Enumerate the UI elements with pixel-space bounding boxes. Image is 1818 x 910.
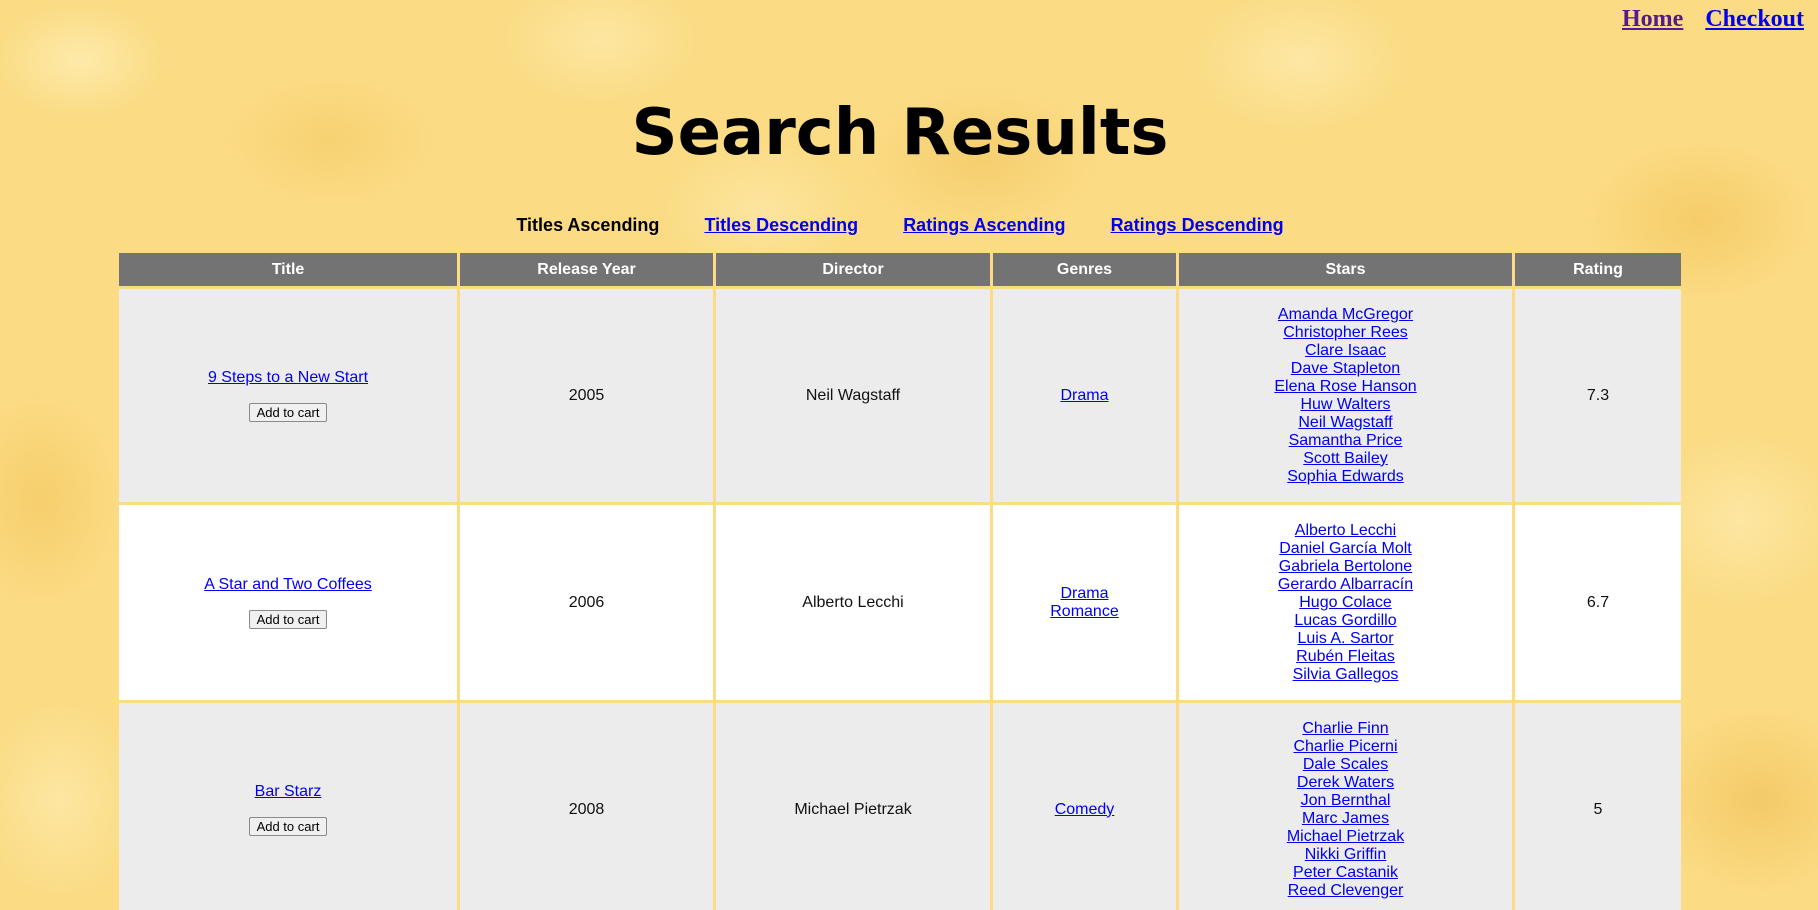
table-row: 9 Steps to a New Start Add to cart 2005 … <box>119 289 1681 502</box>
star-link[interactable]: Samantha Price <box>1179 432 1512 450</box>
rating-cell: 6.7 <box>1515 505 1681 700</box>
director-cell: Alberto Lecchi <box>716 505 990 700</box>
stars-cell: Alberto Lecchi Daniel García Molt Gabrie… <box>1179 505 1512 700</box>
movie-title-link[interactable]: Bar Starz <box>119 783 457 801</box>
stars-cell: Amanda McGregor Christopher Rees Clare I… <box>1179 289 1512 502</box>
movie-title-link[interactable]: A Star and Two Coffees <box>119 576 457 594</box>
star-link[interactable]: Charlie Picerni <box>1179 738 1512 756</box>
header-director: Director <box>716 253 990 286</box>
sort-titles-ascending: Titles Ascending <box>516 215 660 235</box>
genres-cell: Comedy <box>993 703 1176 910</box>
star-link[interactable]: Dave Stapleton <box>1179 360 1512 378</box>
star-link[interactable]: Elena Rose Hanson <box>1179 378 1512 396</box>
release-year-cell: 2006 <box>460 505 713 700</box>
header-genres: Genres <box>993 253 1176 286</box>
sort-ratings-ascending-link[interactable]: Ratings Ascending <box>903 215 1065 236</box>
star-link[interactable]: Luis A. Sartor <box>1179 630 1512 648</box>
genre-link[interactable]: Romance <box>993 603 1176 621</box>
star-link[interactable]: Marc James <box>1179 810 1512 828</box>
rating-cell: 7.3 <box>1515 289 1681 502</box>
star-link[interactable]: Charlie Finn <box>1179 720 1512 738</box>
star-link[interactable]: Derek Waters <box>1179 774 1512 792</box>
star-link[interactable]: Silvia Gallegos <box>1179 666 1512 684</box>
star-link[interactable]: Gabriela Bertolone <box>1179 558 1512 576</box>
header-rating: Rating <box>1515 253 1681 286</box>
add-to-cart-button[interactable]: Add to cart <box>248 817 328 836</box>
star-link[interactable]: Christopher Rees <box>1179 324 1512 342</box>
title-cell: A Star and Two Coffees Add to cart <box>119 505 457 700</box>
star-link[interactable]: Jon Bernthal <box>1179 792 1512 810</box>
star-link[interactable]: Clare Isaac <box>1179 342 1512 360</box>
add-to-cart-button[interactable]: Add to cart <box>248 610 328 629</box>
checkout-link[interactable]: Checkout <box>1705 6 1804 32</box>
star-link[interactable]: Nikki Griffin <box>1179 846 1512 864</box>
star-link[interactable]: Scott Bailey <box>1179 450 1512 468</box>
star-link[interactable]: Huw Walters <box>1179 396 1512 414</box>
header-release-year: Release Year <box>460 253 713 286</box>
genre-link[interactable]: Comedy <box>993 801 1176 819</box>
movie-title-link[interactable]: 9 Steps to a New Start <box>119 369 457 387</box>
table-row: A Star and Two Coffees Add to cart 2006 … <box>119 505 1681 700</box>
star-link[interactable]: Gerardo Albarracín <box>1179 576 1512 594</box>
star-link[interactable]: Dale Scales <box>1179 756 1512 774</box>
director-cell: Michael Pietrzak <box>716 703 990 910</box>
star-link[interactable]: Neil Wagstaff <box>1179 414 1512 432</box>
star-link[interactable]: Sophia Edwards <box>1179 468 1512 486</box>
star-link[interactable]: Peter Castanik <box>1179 864 1512 882</box>
home-link[interactable]: Home <box>1622 6 1683 32</box>
star-link[interactable]: Amanda McGregor <box>1179 306 1512 324</box>
star-link[interactable]: Rubén Fleitas <box>1179 648 1512 666</box>
top-nav: Home Checkout <box>1606 6 1804 33</box>
genre-link[interactable]: Drama <box>993 387 1176 405</box>
header-title: Title <box>119 253 457 286</box>
sort-titles-descending-link[interactable]: Titles Descending <box>704 215 858 236</box>
sort-bar: Titles Ascending Titles Descending Ratin… <box>0 215 1800 236</box>
star-link[interactable]: Michael Pietrzak <box>1179 828 1512 846</box>
table-row: Bar Starz Add to cart 2008 Michael Pietr… <box>119 703 1681 910</box>
add-to-cart-button[interactable]: Add to cart <box>248 403 328 422</box>
rating-cell: 5 <box>1515 703 1681 910</box>
star-link[interactable]: Hugo Colace <box>1179 594 1512 612</box>
director-cell: Neil Wagstaff <box>716 289 990 502</box>
genre-link[interactable]: Drama <box>993 585 1176 603</box>
stars-cell: Charlie Finn Charlie Picerni Dale Scales… <box>1179 703 1512 910</box>
sort-ratings-descending-link[interactable]: Ratings Descending <box>1111 215 1284 236</box>
star-link[interactable]: Daniel García Molt <box>1179 540 1512 558</box>
title-cell: 9 Steps to a New Start Add to cart <box>119 289 457 502</box>
table-header-row: Title Release Year Director Genres Stars… <box>119 253 1681 286</box>
results-table: Title Release Year Director Genres Stars… <box>116 250 1684 910</box>
title-cell: Bar Starz Add to cart <box>119 703 457 910</box>
release-year-cell: 2008 <box>460 703 713 910</box>
page-title: Search Results <box>631 96 1169 170</box>
genres-cell: Drama Romance <box>993 505 1176 700</box>
star-link[interactable]: Alberto Lecchi <box>1179 522 1512 540</box>
star-link[interactable]: Lucas Gordillo <box>1179 612 1512 630</box>
release-year-cell: 2005 <box>460 289 713 502</box>
star-link[interactable]: Reed Clevenger <box>1179 882 1512 900</box>
genres-cell: Drama <box>993 289 1176 502</box>
header-stars: Stars <box>1179 253 1512 286</box>
